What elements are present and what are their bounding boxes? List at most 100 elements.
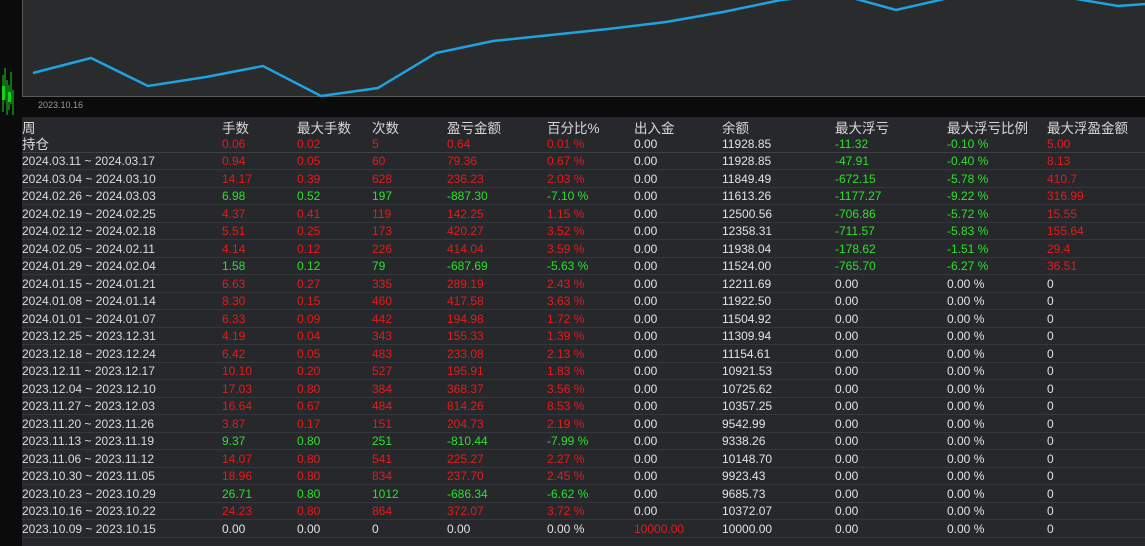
max-lots-cell: 0.67 (297, 399, 321, 413)
table-row[interactable]: 2023.12.18 ~ 2023.12.24 6.42 0.05 483 233.08… (22, 346, 1145, 363)
max-fp-cell: 155.64 (1047, 224, 1084, 238)
pct-cell: 0.00 % (547, 521, 585, 536)
table-row[interactable]: 2024.02.12 ~ 2024.02.18 5.51 0.25 173 420.27… (22, 223, 1145, 240)
week-cell: 2023.12.04 ~ 2023.12.10 (22, 381, 156, 396)
max-fl-cell: -765.70 (835, 259, 876, 273)
table-row[interactable]: 2023.10.16 ~ 2023.10.22 24.23 0.80 864 372.0… (22, 503, 1145, 520)
max-fp-cell: 0 (1047, 294, 1054, 308)
count-cell: 834 (372, 469, 393, 483)
holding-io: 0.00 (634, 137, 658, 151)
io-cell: 0.00 (634, 364, 658, 378)
lots-cell: 4.37 (222, 206, 246, 221)
lots-cell: 9.37 (222, 434, 246, 448)
pnl-cell: 195.91 (447, 364, 484, 378)
week-cell: 2024.01.01 ~ 2024.01.07 (22, 311, 156, 326)
max-lots-cell: 0.00 (297, 521, 321, 536)
table-row[interactable]: 2023.11.20 ~ 2023.11.26 3.87 0.17 151 204.73… (22, 416, 1145, 433)
max-fl-cell: 0.00 (835, 451, 859, 466)
table-row[interactable]: 2024.02.19 ~ 2024.02.25 4.37 0.41 119 142.25… (22, 206, 1145, 223)
max-fl-ratio-cell: 0.00 % (947, 346, 985, 361)
table-row[interactable]: 2023.12.04 ~ 2023.12.10 17.03 0.80 384 368.3… (22, 381, 1145, 398)
holding-row[interactable]: 持仓 0.06 0.02 5 0.64 0.01 % 0.00 11928.85… (22, 136, 1145, 153)
week-cell: 2024.01.08 ~ 2024.01.14 (22, 294, 156, 308)
table-row[interactable]: 2024.03.04 ~ 2024.03.10 14.17 0.39 628 236.2… (22, 171, 1145, 188)
max-fp-cell: 8.13 (1047, 154, 1071, 168)
max-fl-cell: 0.00 (835, 416, 859, 431)
table-row[interactable]: 2023.12.25 ~ 2023.12.31 4.19 0.04 343 155.33… (22, 328, 1145, 345)
pnl-cell: 194.98 (447, 311, 484, 326)
max-fl-cell: 0.00 (835, 381, 859, 396)
max-fp-cell: 316.99 (1047, 189, 1084, 203)
price-candle-strip (0, 0, 22, 115)
max-lots-cell: 0.12 (297, 241, 321, 256)
table-row[interactable]: 2024.02.26 ~ 2024.03.03 6.98 0.52 197 -887.3… (22, 188, 1145, 205)
max-fp-cell: 0 (1047, 434, 1054, 448)
pct-cell: 3.72 % (547, 504, 585, 518)
weekly-stats-table: 周 手数 最大手数 次数 盈亏金额 百分比% 出入金 余额 最大浮亏 最大浮亏比… (22, 117, 1145, 546)
max-lots-cell: 0.25 (297, 224, 321, 238)
pnl-cell: 814.26 (447, 399, 484, 413)
balance-curve-line (32, 0, 1145, 97)
table-row[interactable]: 2023.11.06 ~ 2023.11.12 14.07 0.80 541 225.2… (22, 451, 1145, 468)
balance-cell: 11849.49 (722, 171, 772, 186)
table-row[interactable]: 2023.12.11 ~ 2023.12.17 10.10 0.20 527 195.9… (22, 363, 1145, 380)
count-cell: 541 (372, 451, 393, 466)
lots-cell: 16.64 (222, 399, 253, 413)
week-cell: 2023.12.25 ~ 2023.12.31 (22, 329, 156, 343)
max-fl-cell: 0.00 (835, 294, 859, 308)
week-cell: 2023.12.11 ~ 2023.12.17 (22, 364, 155, 378)
max-lots-cell: 0.09 (297, 311, 321, 326)
count-cell: 460 (372, 294, 393, 308)
max-fl-cell: 0.00 (835, 504, 859, 518)
holding-label: 持仓 (22, 137, 49, 152)
week-cell: 2024.02.19 ~ 2024.02.25 (22, 206, 156, 221)
max-lots-cell: 0.80 (297, 469, 321, 483)
pct-cell: 1.15 % (547, 206, 585, 221)
balance-cell: 11928.85 (722, 154, 772, 168)
table-row[interactable]: 2023.11.13 ~ 2023.11.19 9.37 0.80 251 -810.4… (22, 433, 1145, 450)
count-cell: 442 (372, 311, 393, 326)
pct-cell: 3.52 % (547, 224, 585, 238)
lots-cell: 6.33 (222, 311, 246, 326)
io-cell: 0.00 (634, 294, 658, 308)
max-lots-cell: 0.80 (297, 434, 321, 448)
count-cell: 0 (372, 521, 379, 536)
count-cell: 483 (372, 346, 393, 361)
count-cell: 1012 (372, 486, 399, 501)
week-cell: 2024.02.26 ~ 2024.03.03 (22, 189, 156, 203)
table-row[interactable]: 2023.10.23 ~ 2023.10.29 26.71 0.80 1012 -686… (22, 486, 1145, 503)
balance-cell: 11524.00 (722, 259, 772, 273)
table-row[interactable]: 2024.01.15 ~ 2024.01.21 6.63 0.27 335 289.19… (22, 276, 1145, 293)
io-cell: 0.00 (634, 311, 658, 326)
max-fl-cell: 0.00 (835, 311, 859, 326)
holding-pct: 0.01 % (547, 137, 585, 151)
balance-cell: 9685.73 (722, 486, 766, 501)
max-fp-cell: 0 (1047, 311, 1054, 326)
count-cell: 864 (372, 504, 393, 518)
holding-count: 5 (372, 137, 379, 151)
table-row[interactable]: 2024.01.01 ~ 2024.01.07 6.33 0.09 442 194.98… (22, 311, 1145, 328)
table-row[interactable]: 2024.03.11 ~ 2024.03.17 0.94 0.05 60 79.36 0.… (22, 153, 1145, 170)
max-fp-cell: 0 (1047, 399, 1054, 413)
table-row[interactable]: 2024.01.29 ~ 2024.02.04 1.58 0.12 79 -687.69… (22, 258, 1145, 275)
io-cell: 0.00 (634, 171, 658, 186)
lots-cell: 6.98 (222, 189, 246, 203)
max-lots-cell: 0.12 (297, 259, 321, 273)
table-row[interactable]: 2024.01.08 ~ 2024.01.14 8.30 0.15 460 417.58… (22, 293, 1145, 310)
max-fl-cell: 0.00 (835, 469, 859, 483)
balance-cell: 10000.00 (722, 521, 773, 536)
table-row[interactable]: 2023.10.09 ~ 2023.10.15 0.00 0.00 0 0.00 0.00… (22, 521, 1145, 538)
table-row[interactable]: 2024.02.05 ~ 2024.02.11 4.14 0.12 226 414.04… (22, 241, 1145, 258)
lots-cell: 8.30 (222, 294, 246, 308)
pct-cell: -7.10 % (547, 189, 589, 203)
pct-cell: 3.56 % (547, 381, 585, 396)
io-cell: 0.00 (634, 189, 658, 203)
io-cell: 0.00 (634, 469, 658, 483)
pct-cell: 2.19 % (547, 416, 585, 431)
max-fp-cell: 36.51 (1047, 259, 1078, 273)
max-lots-cell: 0.80 (297, 504, 321, 518)
balance-cell: 9542.99 (722, 416, 766, 431)
max-fl-ratio-cell: 0.00 % (947, 434, 985, 448)
table-row[interactable]: 2023.11.27 ~ 2023.12.03 16.64 0.67 484 814.2… (22, 398, 1145, 415)
table-row[interactable]: 2023.10.30 ~ 2023.11.05 18.96 0.80 834 237.7… (22, 468, 1145, 485)
